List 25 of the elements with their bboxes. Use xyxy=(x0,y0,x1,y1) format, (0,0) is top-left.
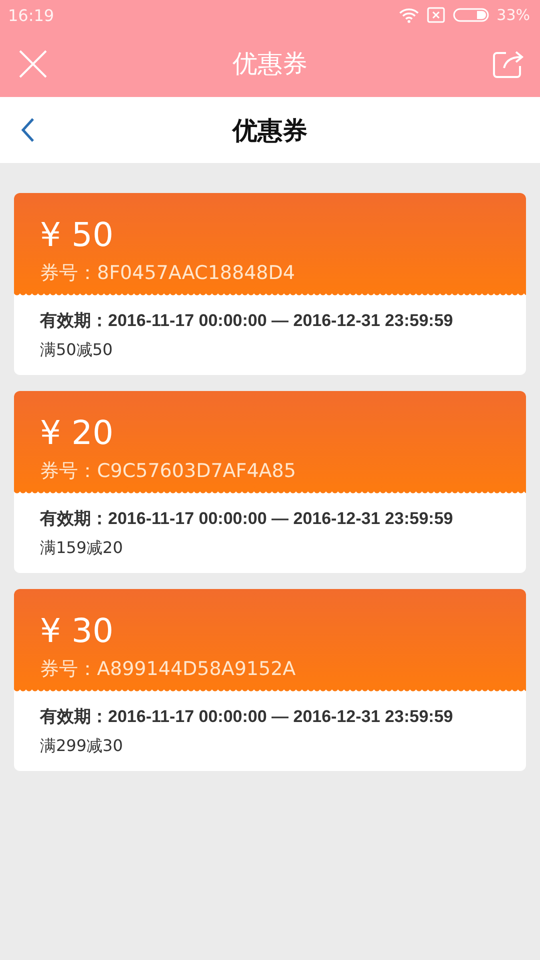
wifi-icon xyxy=(398,7,419,23)
back-button[interactable] xyxy=(20,117,36,143)
coupon-code: 券号：C9C57603D7AF4A85 xyxy=(40,459,297,484)
coupon-amount: ¥ 30 xyxy=(40,611,114,650)
coupon-amount: ¥ 50 xyxy=(40,215,114,254)
close-button[interactable] xyxy=(18,48,48,78)
page-title: 优惠券 xyxy=(232,114,308,146)
app-title: 优惠券 xyxy=(232,48,308,80)
coupon-card[interactable]: ¥ 20 券号：C9C57603D7AF4A85 有效期：2016-11-17 00:00:00 — 2016-12-31 23:59:59 满159减20 xyxy=(14,391,526,573)
share-button[interactable] xyxy=(492,48,524,78)
usage-condition: 满159减20 xyxy=(40,538,124,559)
validity-period: 有效期：2016-11-17 00:00:00 — 2016-12-31 23:59:59 xyxy=(40,508,453,530)
validity-period: 有效期：2016-11-17 00:00:00 — 2016-12-31 23:59:59 xyxy=(40,310,453,332)
coupon-amount: ¥ 20 xyxy=(40,413,114,452)
coupon-card[interactable]: ¥ 50 券号：8F0457AAC18848D4 有效期：2016-11-17 00:00:00 — 2016-12-31 23:59:59 满50减50 xyxy=(14,193,526,375)
validity-period: 有效期：2016-11-17 00:00:00 — 2016-12-31 23:59:59 xyxy=(40,706,453,728)
status-time: 16:19 xyxy=(8,6,54,24)
coupon-card[interactable]: ¥ 30 券号：A899144D58A9152A 有效期：2016-11-17 00:00:00 — 2016-12-31 23:59:59 满299减30 xyxy=(14,589,526,771)
battery-icon xyxy=(452,7,489,23)
coupon-code: 券号：A899144D58A9152A xyxy=(40,657,297,682)
coupon-code: 券号：8F0457AAC18848D4 xyxy=(40,261,296,286)
battery-level: 33% xyxy=(496,6,530,24)
usage-condition: 满299减30 xyxy=(40,736,124,757)
usage-condition: 满50减50 xyxy=(40,340,114,361)
no-sim-icon xyxy=(426,7,445,23)
